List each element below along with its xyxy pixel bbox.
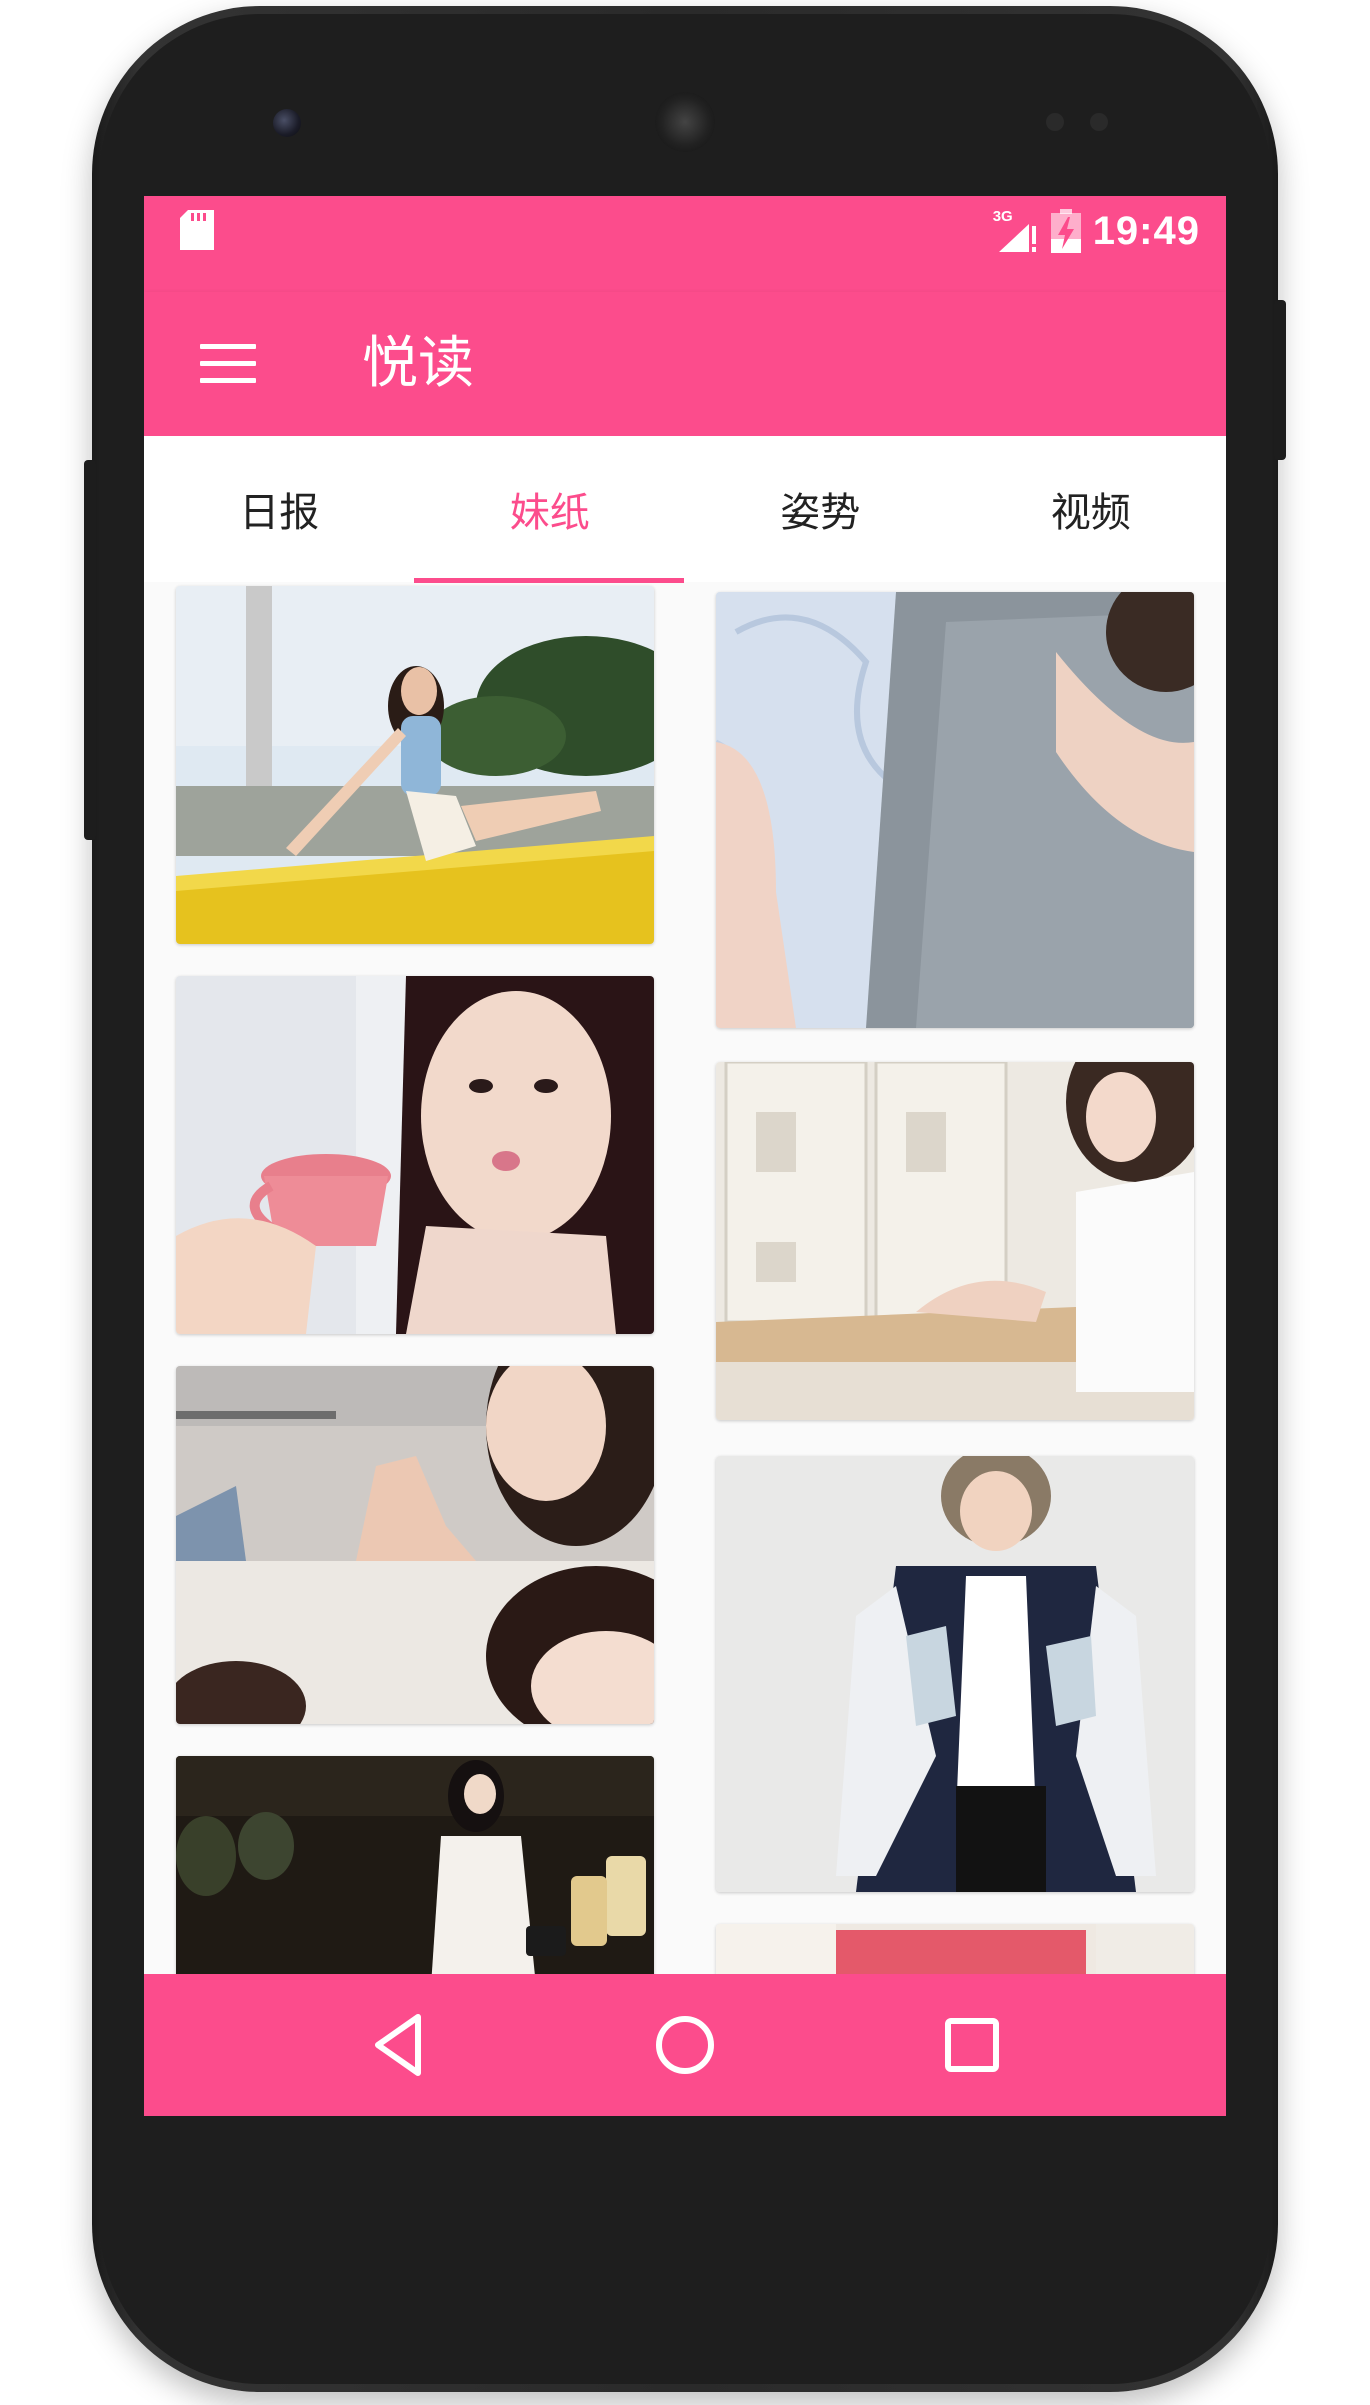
- photo-sailboat[interactable]: [176, 586, 654, 944]
- recents-icon[interactable]: [934, 2007, 1010, 2083]
- earpiece-speaker: [655, 92, 715, 152]
- navigation-bar: [144, 1974, 1226, 2116]
- photo-souvenir-jacket[interactable]: [716, 1456, 1194, 1892]
- photo-night-street[interactable]: [176, 1756, 654, 1986]
- volume-button: [84, 460, 96, 840]
- home-icon[interactable]: [647, 2007, 723, 2083]
- app-title: 悦读: [362, 331, 474, 396]
- menu-icon[interactable]: [200, 344, 256, 384]
- back-icon[interactable]: [362, 2007, 438, 2083]
- tab-girls[interactable]: 妹纸: [415, 436, 686, 582]
- status-time: 19:49: [1092, 208, 1200, 253]
- light-sensor: [1090, 113, 1108, 131]
- photo-collage[interactable]: [176, 1366, 654, 1724]
- power-button: [1274, 300, 1286, 460]
- photo-grey-shirt[interactable]: [716, 592, 1194, 1028]
- photo-lockers[interactable]: [716, 1062, 1194, 1420]
- tab-bar: 日报 妹纸 姿势 视频: [144, 436, 1226, 582]
- app-screen: 3G 19:49 悦读 日报 妹纸 姿势 视频: [144, 196, 1226, 2116]
- status-bar: 3G 19:49: [144, 196, 1226, 292]
- app-bar: 悦读: [144, 292, 1226, 436]
- tab-video[interactable]: 视频: [956, 436, 1227, 582]
- tab-daily[interactable]: 日报: [144, 436, 415, 582]
- battery-icon: [1050, 209, 1081, 253]
- status-icons: 3G 19:49: [993, 206, 1200, 256]
- sd-card-icon: [180, 210, 214, 250]
- photo-pink-cup[interactable]: [176, 976, 654, 1334]
- signal-icon: 3G: [993, 208, 1039, 254]
- proximity-sensor: [1046, 113, 1064, 131]
- front-camera: [273, 109, 301, 137]
- tab-indicator: [414, 578, 684, 583]
- tab-knowledge[interactable]: 姿势: [685, 436, 956, 582]
